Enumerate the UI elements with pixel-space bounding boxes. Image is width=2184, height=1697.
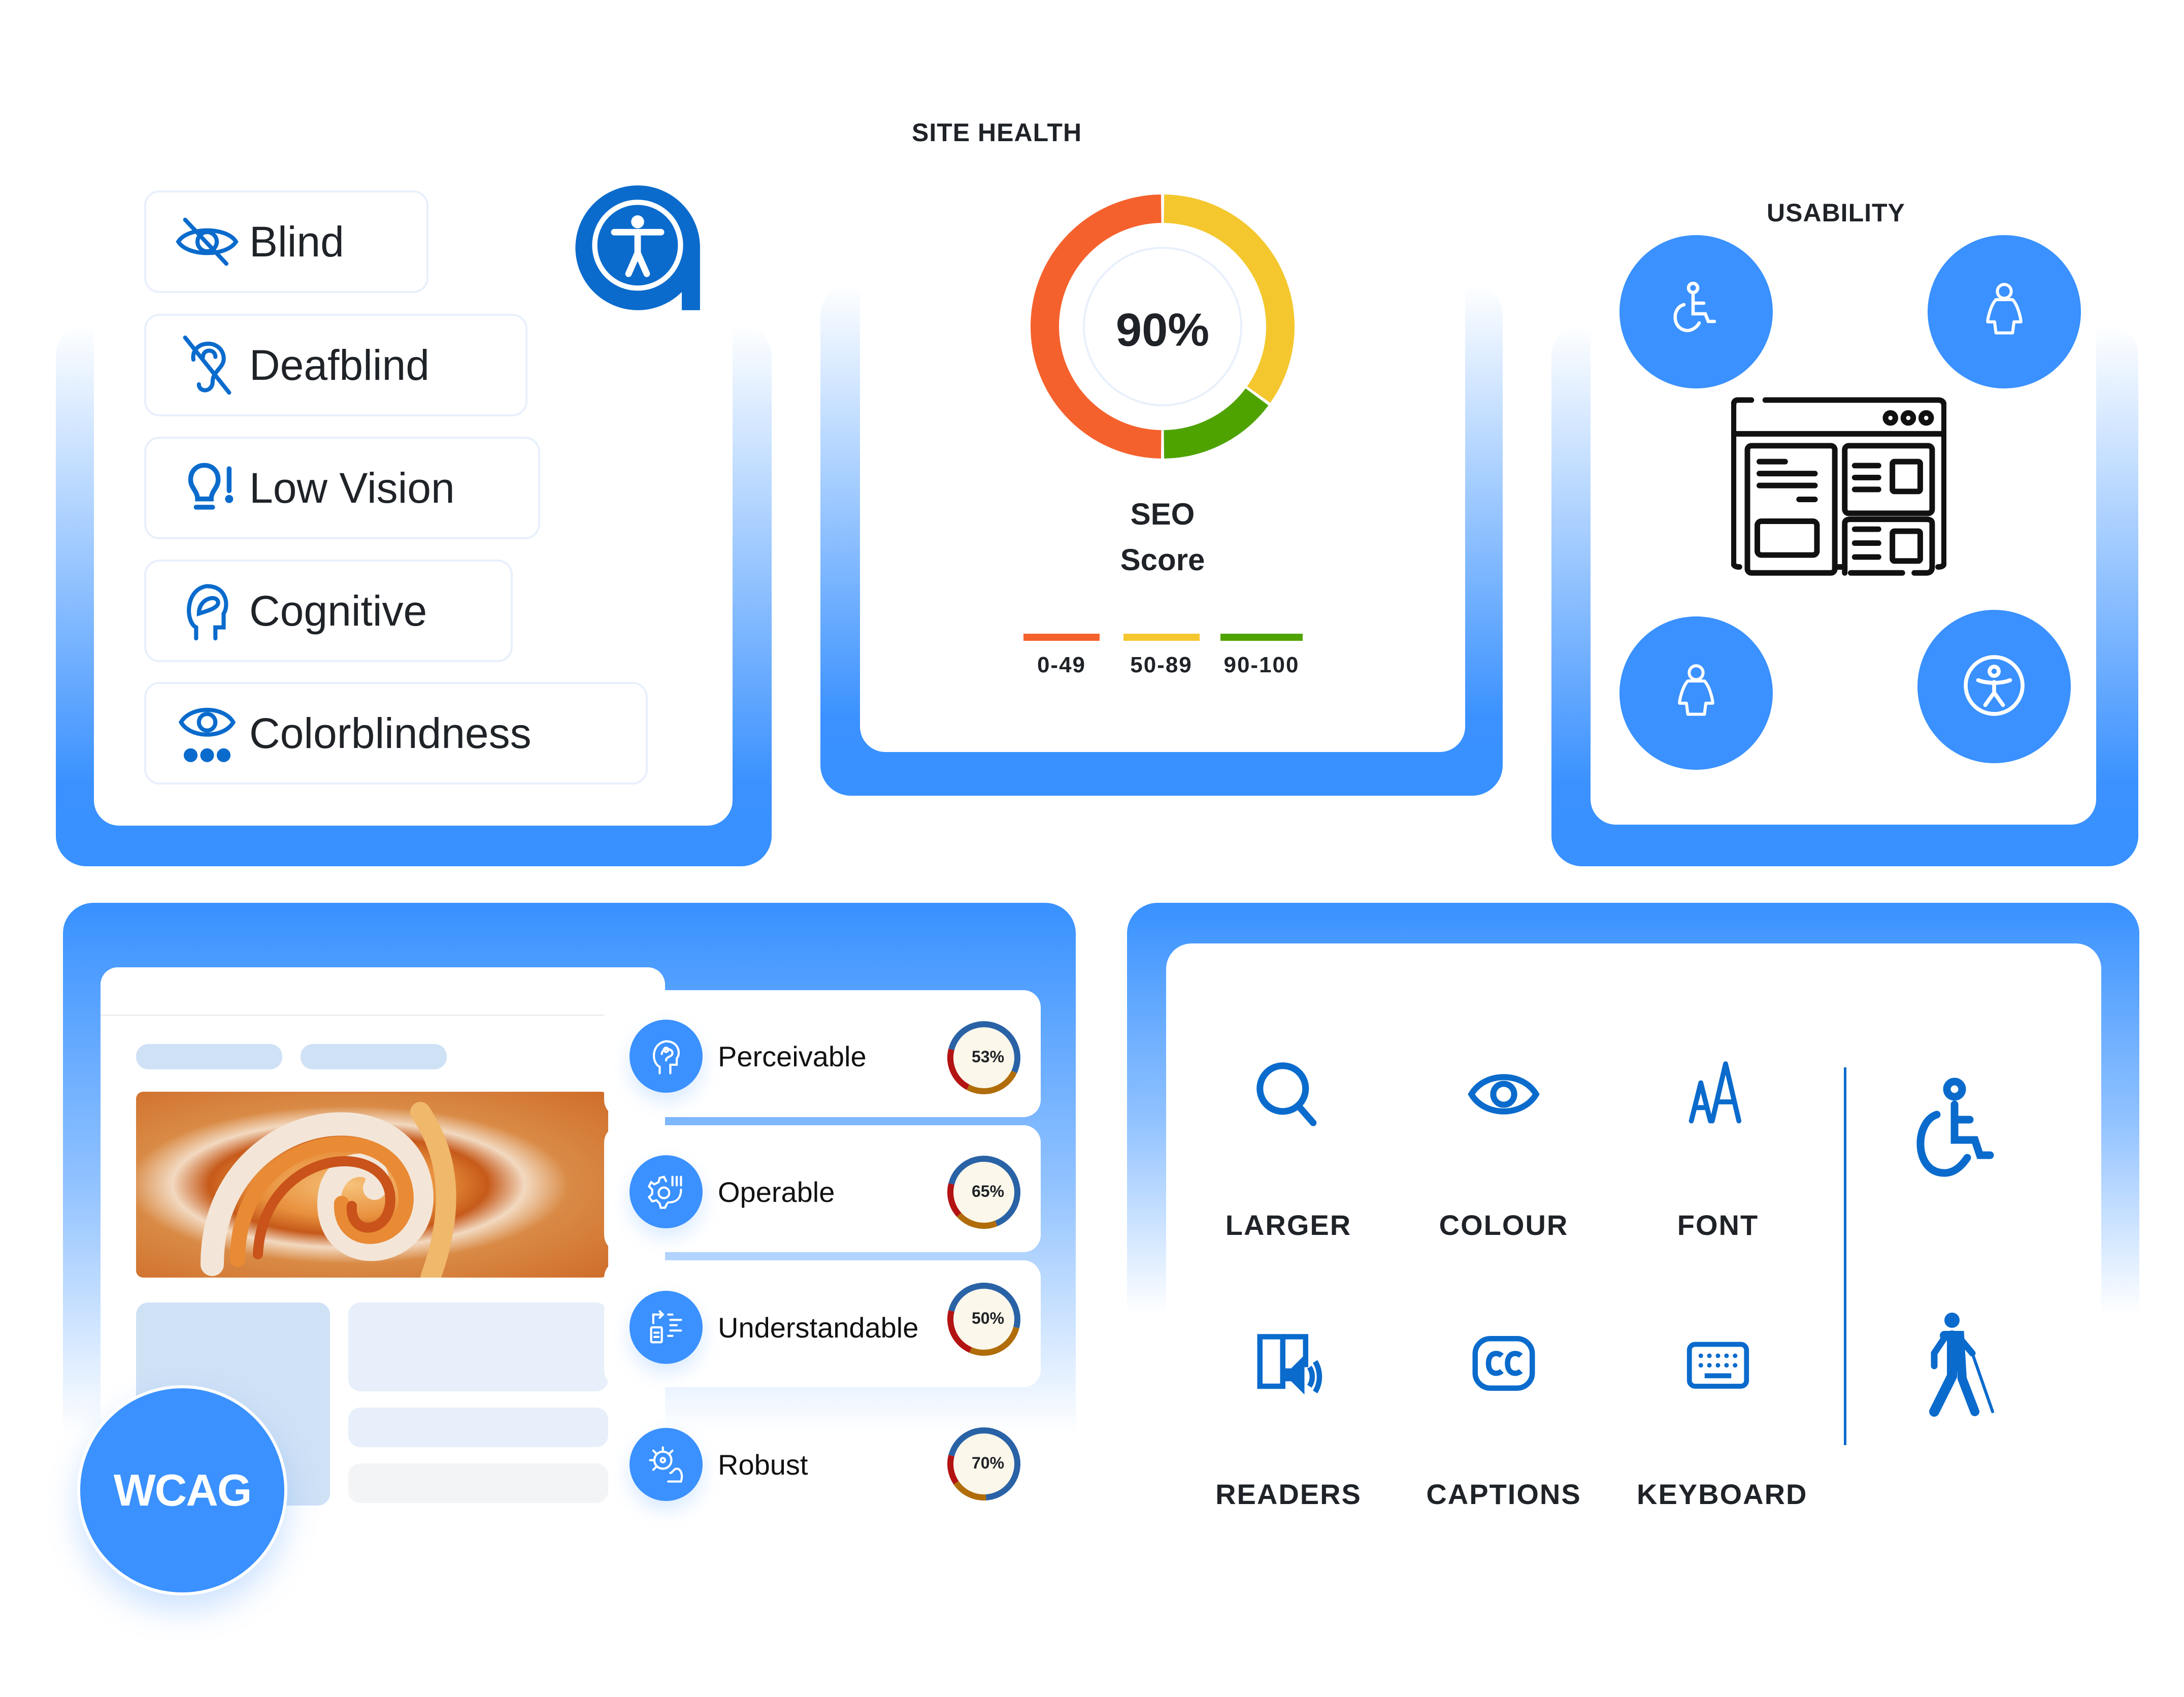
font-size-icon: [1637, 1056, 1799, 1158]
accessibility-logo-icon: [573, 183, 703, 313]
site-health-title: SITE HEALTH: [912, 118, 1082, 147]
virus-arm-icon: [630, 1428, 703, 1501]
wheelchair-icon: [1909, 1076, 2000, 1188]
gear-hand-icon: [630, 1155, 703, 1228]
wcag-row-robust[interactable]: Robust: [630, 1428, 808, 1501]
skeleton-block: [348, 1302, 608, 1391]
feature-label: FONT: [1677, 1209, 1759, 1241]
wcag-badge-label: WCAG: [113, 1465, 252, 1515]
feature-captions[interactable]: CAPTIONS: [1422, 1325, 1585, 1511]
brain-head-icon: [630, 1020, 703, 1093]
legend-label: 90-100: [1223, 652, 1300, 677]
feature-label: READERS: [1215, 1478, 1362, 1510]
person-icon: [1668, 662, 1724, 725]
seo-score-value: 90%: [1115, 304, 1210, 356]
accessibility-person-icon: [1959, 650, 2030, 724]
document-list-icon: [630, 1291, 703, 1364]
feature-label: LARGER: [1225, 1209, 1352, 1241]
wcag-row-perceivable[interactable]: Perceivable: [630, 1020, 867, 1093]
skeleton-pill: [301, 1044, 447, 1069]
legend-swatch-50-89: [1123, 634, 1200, 641]
feature-label: COLOUR: [1439, 1209, 1569, 1241]
browser-layout-icon: [1731, 396, 1947, 579]
closed-captions-icon: [1422, 1325, 1585, 1427]
wheelchair-icon: [1666, 280, 1727, 344]
wcag-row-operable[interactable]: Operable: [630, 1155, 835, 1228]
mock-page-divider: [101, 1015, 608, 1016]
features-divider: [1844, 1067, 1846, 1445]
usability-circle-person-bottom[interactable]: [1619, 616, 1773, 770]
eye-icon: [1422, 1056, 1585, 1158]
legend-label: 0-49: [1037, 652, 1086, 677]
skeleton-block: [348, 1408, 608, 1447]
hero-image: [136, 1092, 608, 1278]
disability-label: Low Vision: [249, 464, 455, 512]
wcag-score-text: 50%: [971, 1309, 1005, 1327]
lightbulb-exclamation-icon: [174, 455, 240, 521]
feature-label: KEYBOARD: [1637, 1478, 1808, 1510]
disability-chip-colorblindness[interactable]: Colorblindness: [144, 682, 648, 785]
eye-slash-icon: [174, 209, 240, 275]
wcag-score-text: 53%: [971, 1048, 1005, 1066]
wcag-principle-label: Operable: [718, 1176, 835, 1208]
usability-circle-person-top[interactable]: [1928, 235, 2081, 388]
head-brain-icon: [174, 578, 240, 644]
legend-label: 50-89: [1130, 652, 1193, 677]
screen-reader-icon: [1207, 1325, 1370, 1427]
wcag-badge: WCAG: [77, 1385, 287, 1595]
disability-label: Cognitive: [249, 586, 427, 635]
keyboard-icon: [1637, 1325, 1799, 1427]
skeleton-pill: [136, 1044, 282, 1069]
disability-chip-deafblind[interactable]: Deafblind: [144, 314, 527, 416]
disability-chip-blind[interactable]: Blind: [144, 190, 428, 293]
eye-dots-icon: [174, 700, 240, 766]
person-icon: [1976, 280, 2032, 344]
disability-chip-low-vision[interactable]: Low Vision: [144, 437, 540, 539]
seo-score-label-line1: SEO: [1130, 497, 1195, 531]
feature-colour[interactable]: COLOUR: [1422, 1056, 1585, 1242]
seo-score-label-line2: Score: [1120, 543, 1205, 577]
ear-slash-icon: [174, 332, 240, 398]
wcag-score-text: 65%: [971, 1182, 1005, 1200]
disability-label: Blind: [249, 217, 344, 266]
usability-circle-accessibility[interactable]: [1917, 610, 2071, 763]
feature-keyboard[interactable]: KEYBOARD: [1637, 1325, 1808, 1511]
magnifier-icon: [1207, 1056, 1370, 1158]
wcag-row-understandable[interactable]: Understandable: [630, 1291, 918, 1364]
wcag-score-text: 70%: [971, 1454, 1005, 1472]
usability-title: USABILITY: [1767, 199, 1905, 227]
feature-readers[interactable]: READERS: [1207, 1325, 1370, 1511]
blind-person-cane-icon: [1909, 1310, 2010, 1422]
disability-label: Deafblind: [249, 341, 429, 389]
feature-larger[interactable]: LARGER: [1207, 1056, 1370, 1242]
feature-font[interactable]: FONT: [1637, 1056, 1799, 1242]
feature-label: CAPTIONS: [1426, 1478, 1581, 1510]
wcag-principle-label: Robust: [718, 1448, 808, 1481]
usability-circle-wheelchair[interactable]: [1619, 235, 1773, 388]
wcag-principle-label: Understandable: [718, 1311, 919, 1344]
skeleton-block: [348, 1463, 608, 1503]
legend-swatch-0-49: [1023, 634, 1100, 641]
wcag-principle-label: Perceivable: [718, 1040, 867, 1072]
disability-chip-cognitive[interactable]: Cognitive: [144, 560, 513, 662]
legend-swatch-90-100: [1220, 634, 1303, 641]
swirl-art: [201, 1102, 456, 1278]
disability-label: Colorblindness: [249, 709, 532, 757]
